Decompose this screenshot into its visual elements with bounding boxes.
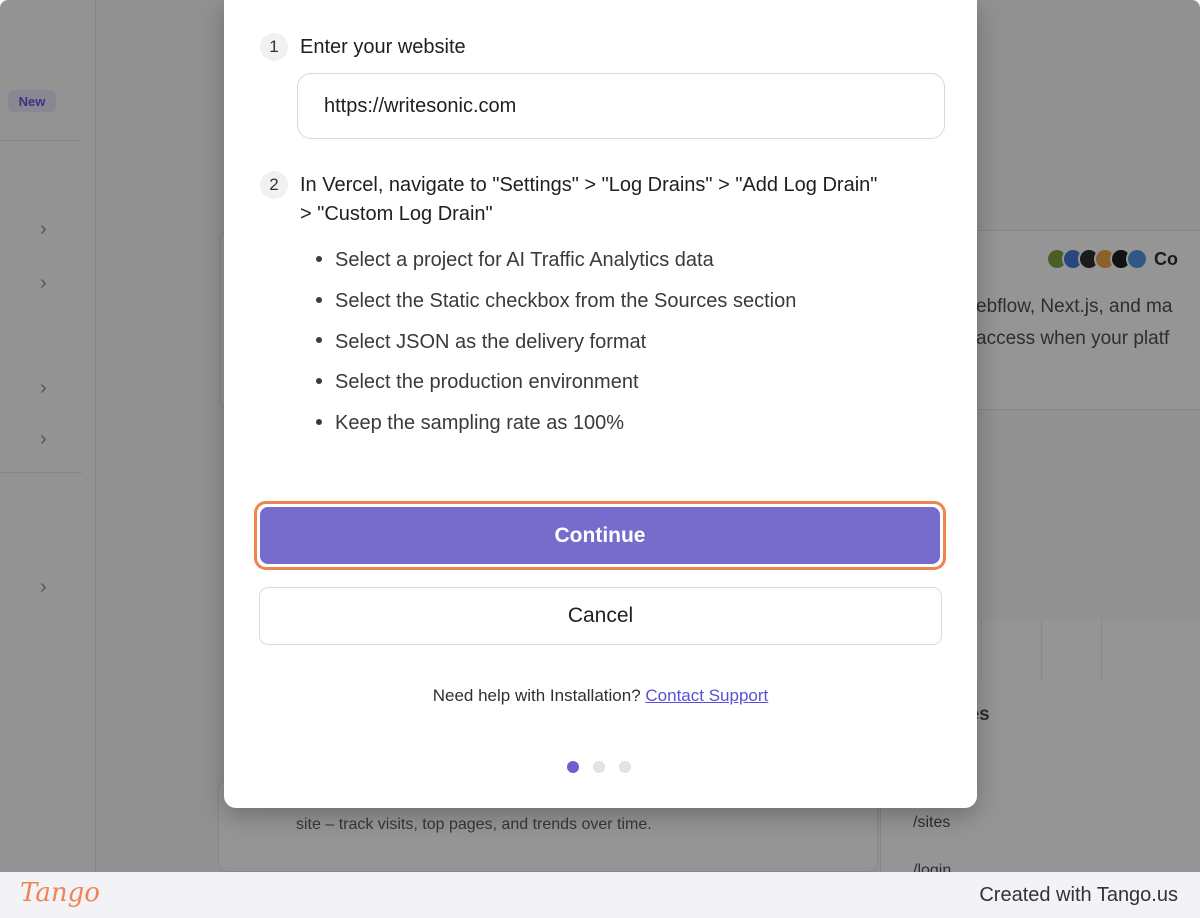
pagination-dot[interactable] (619, 761, 631, 773)
bullet-icon (316, 337, 322, 344)
list-item-text: Select the Static checkbox from the Sour… (335, 289, 797, 312)
cancel-button[interactable]: Cancel (259, 587, 942, 645)
list-item-text: Keep the sampling rate as 100% (335, 412, 625, 435)
instructions-list: Select a project for AI Traffic Analytic… (314, 244, 796, 448)
bullet-icon (316, 378, 322, 385)
continue-highlight: Continue (254, 501, 946, 570)
bullet-icon (316, 296, 322, 303)
help-text: Need help with Installation? (432, 686, 641, 705)
list-item: Select JSON as the delivery format (314, 326, 796, 367)
list-item: Select a project for AI Traffic Analytic… (314, 244, 796, 285)
step-title-continuation: > "Custom Log Drain" (300, 203, 493, 225)
list-item-text: Select a project for AI Traffic Analytic… (335, 249, 714, 271)
tango-logo: Tango (20, 878, 100, 908)
step-title: Enter your website (300, 36, 466, 58)
bullet-icon (316, 255, 322, 262)
list-item: Keep the sampling rate as 100% (314, 407, 796, 448)
website-input[interactable] (297, 73, 945, 139)
pagination-dot-active[interactable] (567, 761, 579, 773)
step-title: In Vercel, navigate to "Settings" > "Log… (300, 174, 878, 196)
help-line: Need help with Installation? Contact Sup… (224, 686, 977, 706)
list-item: Select the production environment (314, 366, 796, 407)
continue-button[interactable]: Continue (260, 507, 940, 564)
pagination-dots (567, 761, 631, 773)
created-with-text: Created with Tango.us (979, 884, 1178, 906)
step-number: 2 (260, 171, 288, 199)
bullet-icon (316, 418, 322, 425)
list-item-text: Select the production environment (335, 371, 639, 394)
list-item: Select the Static checkbox from the Sour… (314, 285, 796, 326)
contact-support-link[interactable]: Contact Support (645, 686, 768, 705)
step-number: 1 (260, 33, 288, 61)
list-item-text: Select JSON as the delivery format (335, 330, 647, 353)
footer-bar: Tango Created with Tango.us (0, 872, 1200, 918)
setup-modal: 1 Enter your website 2 In Vercel, naviga… (224, 0, 977, 808)
pagination-dot[interactable] (593, 761, 605, 773)
